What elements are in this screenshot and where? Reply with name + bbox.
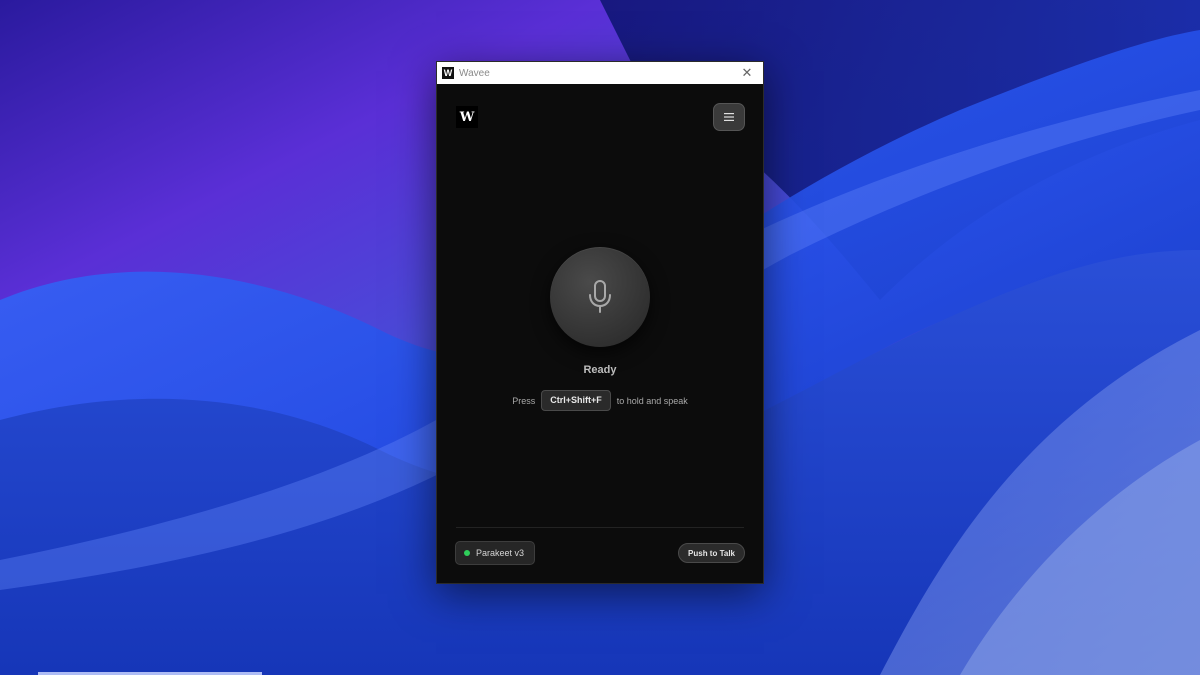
- window-title: Wavee: [459, 67, 490, 79]
- record-button[interactable]: [550, 247, 650, 347]
- app-title-icon: W: [442, 67, 454, 79]
- push-to-talk-button[interactable]: Push to Talk: [678, 543, 745, 563]
- microphone-icon: [589, 280, 611, 313]
- menu-button[interactable]: [713, 103, 745, 131]
- hotkey-hint: Press Ctrl+Shift+F to hold and speak: [437, 390, 763, 411]
- model-label: Parakeet v3: [476, 548, 525, 558]
- hint-prefix: Press: [512, 395, 536, 406]
- model-status-dot: [464, 550, 470, 556]
- app-logo: W: [456, 106, 478, 128]
- hint-suffix: to hold and speak: [616, 395, 688, 406]
- hotkey-badge: Ctrl+Shift+F: [541, 390, 611, 411]
- status-text: Ready: [583, 364, 617, 376]
- close-window-button[interactable]: ✕: [739, 65, 755, 81]
- app-window: W Wavee ✕ W Ready Press Ctrl+Shift+F to …: [436, 61, 764, 584]
- footer-divider: [456, 527, 744, 528]
- model-selector[interactable]: Parakeet v3: [455, 541, 535, 565]
- window-titlebar[interactable]: W Wavee ✕: [437, 62, 763, 84]
- hamburger-icon: [724, 113, 734, 121]
- close-icon: ✕: [741, 65, 753, 80]
